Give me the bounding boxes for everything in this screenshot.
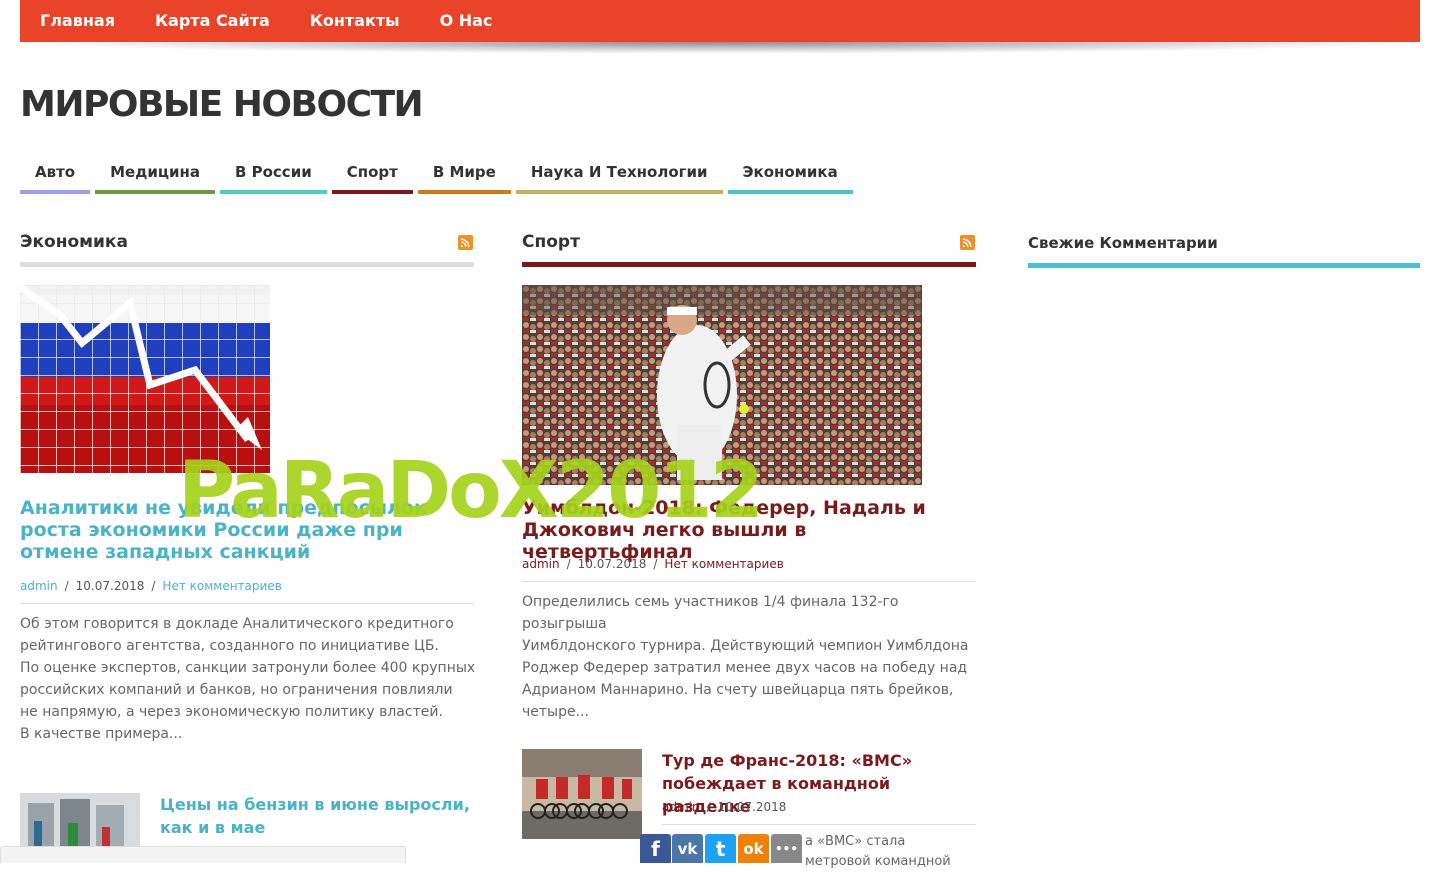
- excerpt-line: Роджер Федерер затратил менее двух часов…: [522, 660, 968, 676]
- excerpt-line: четыре...: [522, 704, 589, 720]
- economy-section-line: [20, 262, 474, 267]
- excerpt-line: рейтингового агентства, созданного по ин…: [20, 638, 439, 654]
- sport-small-post-image[interactable]: [522, 749, 642, 839]
- economy-post-meta: admin/10.07.2018/Нет комментариев: [20, 579, 282, 593]
- economy-section-title[interactable]: Экономика: [20, 232, 128, 252]
- excerpt-line: Определились семь участников 1/4 финала …: [522, 594, 899, 632]
- post-author-link[interactable]: admin: [662, 800, 700, 814]
- top-menu-sitemap[interactable]: Карта Сайта: [135, 0, 290, 42]
- post-comments-link[interactable]: Нет комментариев: [664, 557, 783, 571]
- excerpt-line: метровой командной: [805, 854, 951, 869]
- recent-comments-title: Свежие Комментарии: [1028, 234, 1218, 252]
- economy-rss-icon[interactable]: [458, 235, 473, 250]
- cyclists-image: [522, 749, 642, 839]
- post-author-link[interactable]: admin: [522, 557, 560, 571]
- category-science[interactable]: Наука И Технологии: [515, 160, 723, 194]
- ok-glyph: ok: [743, 839, 764, 858]
- post-comments-link[interactable]: Нет комментариев: [162, 579, 281, 593]
- sport-section-line: [522, 262, 976, 267]
- post-date: 10.07.2018: [75, 579, 145, 593]
- top-menu-home[interactable]: Главная: [20, 0, 135, 42]
- category-sport[interactable]: Спорт: [331, 160, 413, 194]
- sport-meta-divider: [522, 581, 976, 582]
- excerpt-line: Адрианом Маннарино. На счету швейцарца п…: [522, 682, 954, 698]
- economy-small-post-title[interactable]: Цены на бензин в июне выросли, как и в м…: [160, 793, 470, 839]
- excerpt-line: В качестве примера...: [20, 726, 183, 742]
- odnoklassniki-share-icon[interactable]: ok: [738, 834, 769, 863]
- twitter-glyph: t: [715, 836, 726, 861]
- horizontal-scrollbar[interactable]: [0, 846, 406, 863]
- post-author-link[interactable]: admin: [20, 579, 58, 593]
- site-title[interactable]: МИРОВЫЕ НОВОСТИ: [20, 84, 424, 125]
- excerpt-line: Об этом говорится в докладе Аналитическо…: [20, 616, 454, 632]
- sport-small-post-excerpt: а «ВМС» стала метровой командной: [805, 832, 951, 872]
- sport-post-meta: admin/10.07.2018/Нет комментариев: [522, 557, 784, 571]
- excerpt-line: Уимблдонского турнира. Действующий чемпи…: [522, 638, 969, 654]
- vk-share-icon[interactable]: vk: [672, 834, 703, 863]
- sport-section-title[interactable]: Спорт: [522, 232, 580, 252]
- post-date: 10.07.2018: [577, 557, 647, 571]
- sport-post-excerpt: Определились семь участников 1/4 финала …: [522, 591, 982, 723]
- recent-comments-line: [1028, 263, 1420, 268]
- post-date: 10.07.2018: [717, 800, 787, 814]
- russia-flag-decline-image: [20, 285, 270, 473]
- twitter-share-icon[interactable]: t: [705, 834, 736, 863]
- economy-meta-divider: [20, 603, 474, 604]
- vk-glyph: vk: [677, 839, 698, 858]
- top-menu-shadow: [30, 42, 1410, 54]
- excerpt-line: По оценке экспертов, санкции затронули б…: [20, 660, 476, 676]
- category-russia[interactable]: В России: [219, 160, 327, 194]
- excerpt-line: российских компаний и банков, но огранич…: [20, 682, 453, 698]
- economy-post-image[interactable]: [20, 285, 270, 473]
- category-medicine[interactable]: Медицина: [95, 160, 215, 194]
- excerpt-line: а «ВМС» стала: [805, 834, 906, 849]
- facebook-share-icon[interactable]: f: [640, 834, 671, 863]
- sport-rss-icon[interactable]: [960, 235, 975, 250]
- sport-small-meta-divider: [662, 824, 976, 825]
- more-share-icon[interactable]: •••: [771, 834, 802, 863]
- top-menu: Главная Карта Сайта Контакты О Нас: [20, 0, 512, 42]
- category-world[interactable]: В Мире: [417, 160, 511, 194]
- category-nav: Авто Медицина В России Спорт В Мире Наук…: [20, 160, 858, 194]
- more-glyph: •••: [774, 841, 798, 856]
- economy-post-excerpt: Об этом говорится в докладе Аналитическо…: [20, 613, 480, 745]
- top-menu-about[interactable]: О Нас: [420, 0, 513, 42]
- excerpt-line: не напрямую, а через экономическую полит…: [20, 704, 443, 720]
- watermark: PaRaDoX2012: [178, 446, 764, 536]
- facebook-glyph: f: [651, 836, 660, 861]
- category-economy[interactable]: Экономика: [727, 160, 853, 194]
- category-auto[interactable]: Авто: [20, 160, 91, 194]
- top-menu-contacts[interactable]: Контакты: [290, 0, 420, 42]
- sport-small-post-meta: admin/10.07.2018: [662, 800, 787, 814]
